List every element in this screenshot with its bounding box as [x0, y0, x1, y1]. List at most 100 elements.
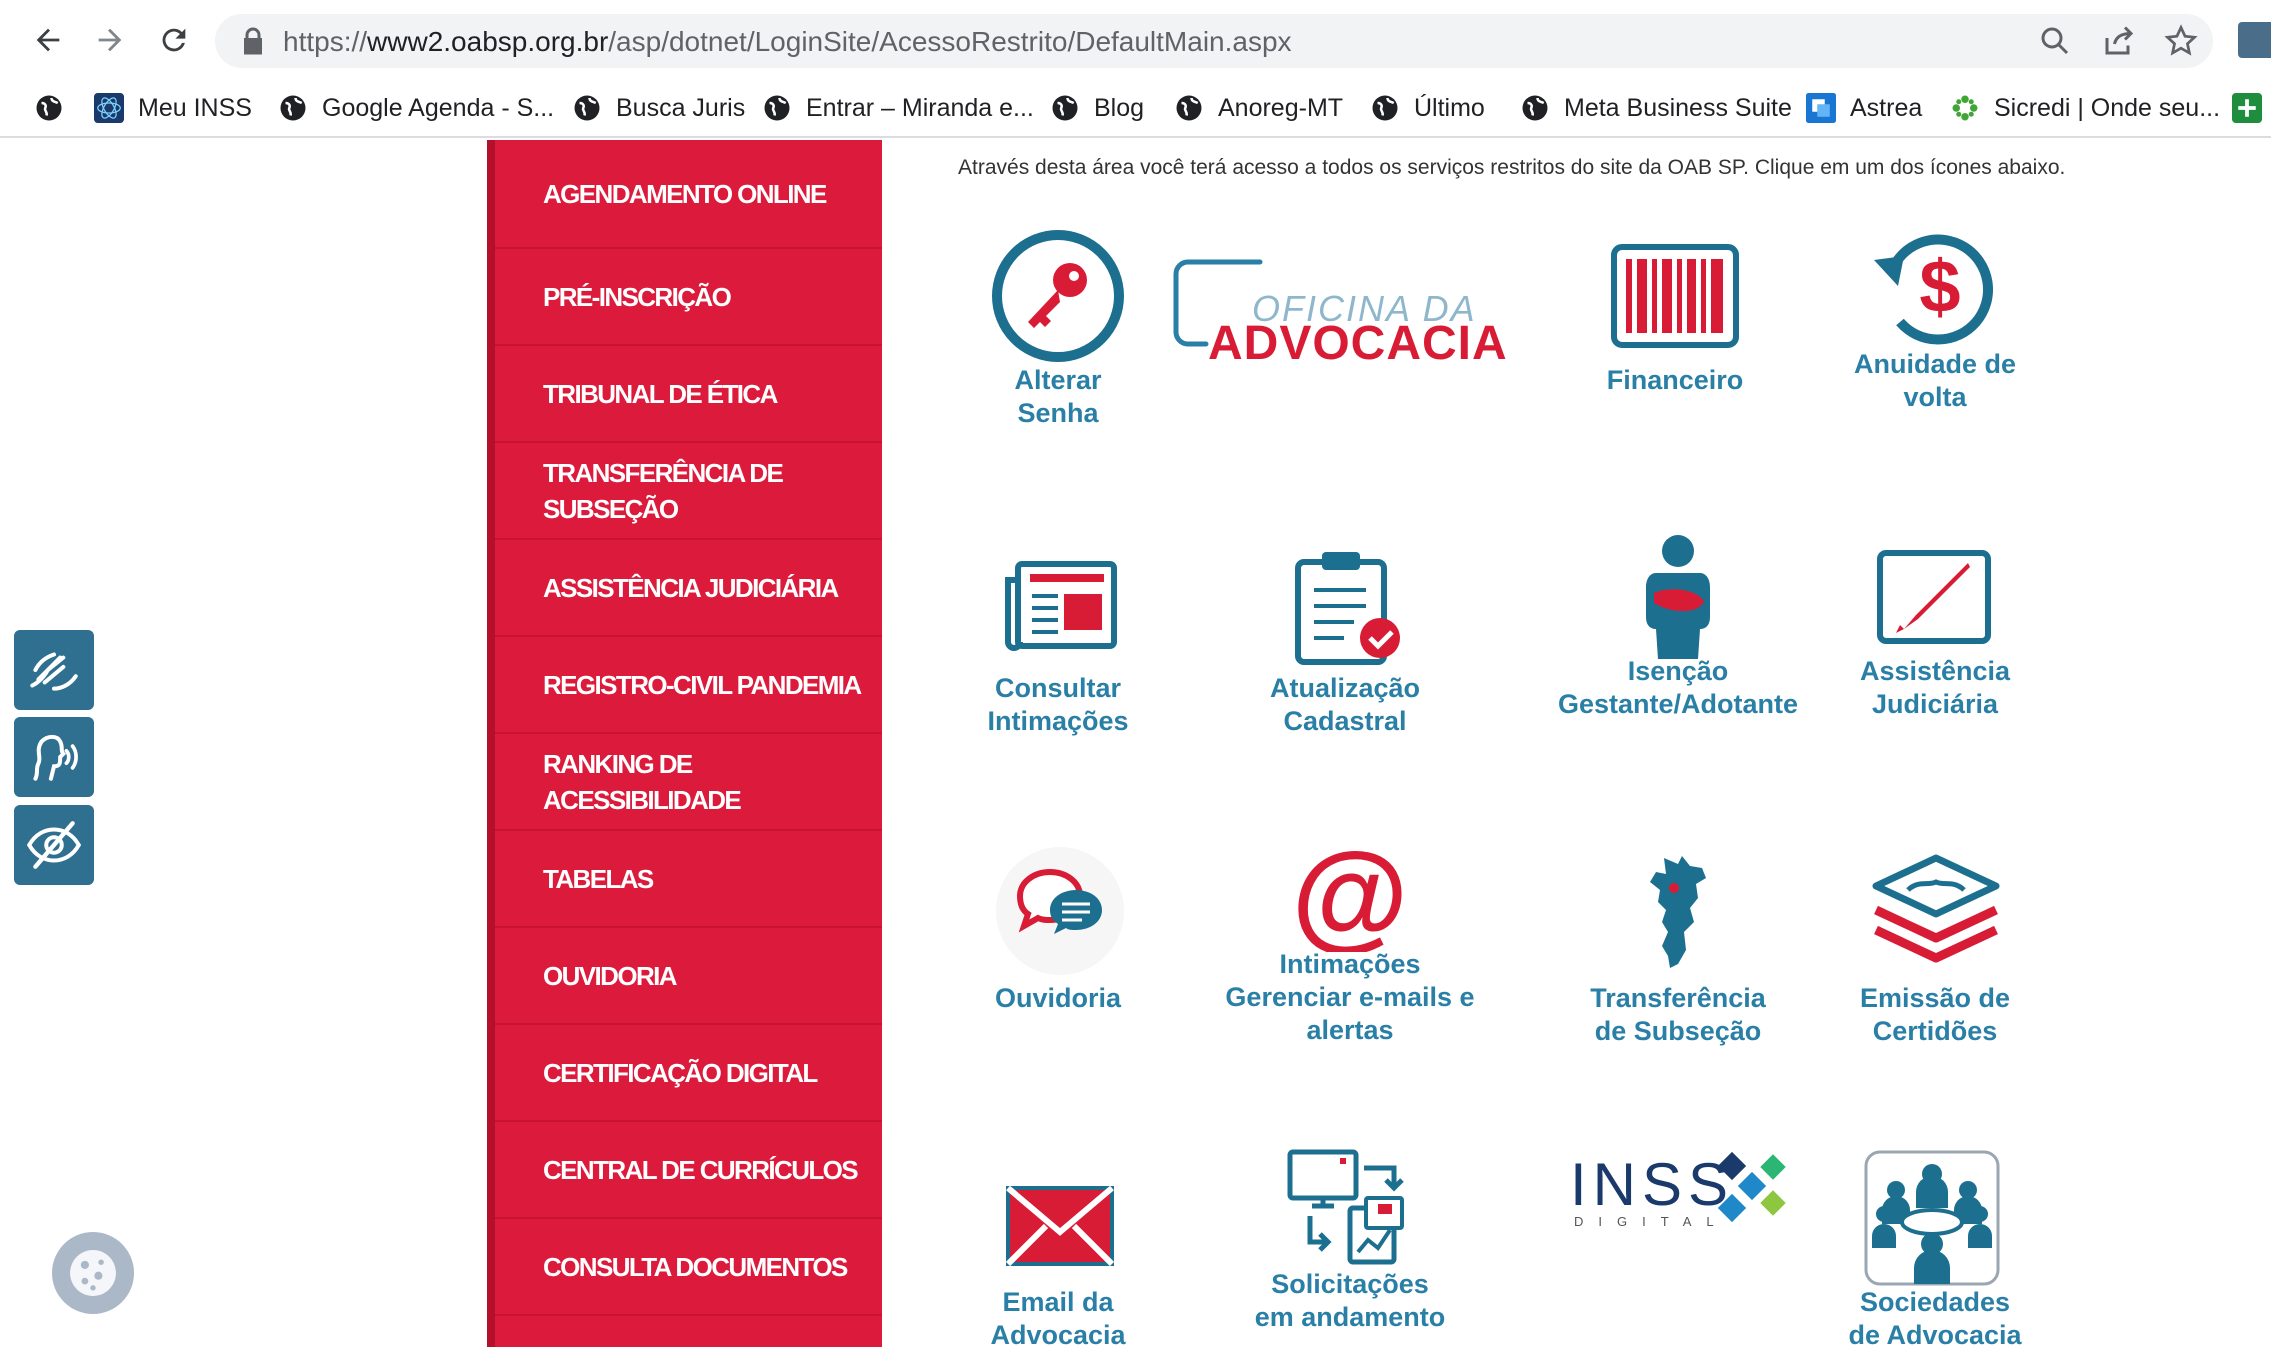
bookmark-label: Busca Juris — [616, 93, 746, 122]
back-button[interactable] — [22, 14, 74, 66]
bookmark-sicredi[interactable]: Sicredi | Onde seu... — [1950, 88, 2220, 128]
oficina-logo-line2: ADVOCACIA — [1208, 317, 1508, 370]
bookmark-busca-juris[interactable]: Busca Juris — [572, 88, 745, 128]
at-sign-icon[interactable]: @ — [1293, 840, 1407, 952]
tile-label-line1: Email da — [1002, 1287, 1114, 1317]
tile-label-line2: Advocacia — [990, 1320, 1126, 1347]
menu-item-pre-inscricao[interactable]: PRÉ-INSCRIÇÃO — [495, 249, 882, 346]
tile-consultar-intimacoes[interactable]: Consultar Intimações — [958, 672, 1158, 738]
eye-slash-icon — [26, 821, 82, 869]
tile-label-line1: Alterar — [1014, 365, 1102, 395]
bookmark-label: Último — [1414, 93, 1485, 122]
bookmark-astrea[interactable]: Astrea — [1806, 88, 1922, 128]
bookmark-globe[interactable] — [34, 88, 78, 128]
menu-item-certificacao-digital[interactable]: CERTIFICAÇÃO DIGITAL — [495, 1025, 882, 1122]
barcode-icon[interactable] — [1610, 243, 1740, 349]
menu-item-consulta-documentos[interactable]: CONSULTA DOCUMENTOS — [495, 1219, 882, 1316]
menu-item-label: AGENDAMENTO ONLINE — [543, 178, 827, 209]
menu-item-ouvidoria[interactable]: OUVIDORIA — [495, 928, 882, 1025]
tile-assistencia-judiciaria[interactable]: Assistência Judiciária — [1835, 655, 2035, 721]
tile-email-advocacia[interactable]: Email da Advocacia — [958, 1286, 1158, 1347]
forward-button[interactable] — [84, 14, 136, 66]
tile-label-line2: Intimações — [987, 706, 1129, 736]
menu-item-central-curriculos[interactable]: CENTRAL DE CURRÍCULOS — [495, 1122, 882, 1219]
extension-icon[interactable] — [2238, 22, 2271, 58]
tile-isencao-gestante-adotante[interactable]: Isenção Gestante/Adotante — [1540, 655, 1816, 721]
bookmark-anoreg-mt[interactable]: Anoreg-MT — [1174, 88, 1343, 128]
globe-icon — [1522, 95, 1548, 121]
menu-item-transferencia-subsecao[interactable]: TRANSFERÊNCIA DE SUBSEÇÃO — [495, 443, 882, 540]
bookmark-ultimo[interactable]: Último — [1370, 88, 1485, 128]
layers-icon[interactable] — [1868, 852, 2004, 974]
tile-intimacoes-gerenciar-emails[interactable]: Intimações Gerenciar e-mails e alertas — [1220, 948, 1480, 1047]
address-bar[interactable]: https://www2.oabsp.org.br/asp/dotnet/Log… — [215, 14, 2213, 68]
cookie-icon — [70, 1250, 116, 1296]
share-icon[interactable] — [2101, 23, 2137, 59]
reload-button[interactable] — [148, 14, 200, 66]
zoom-search-icon[interactable] — [2037, 23, 2073, 59]
bookmark-meta-business[interactable]: Meta Business Suite — [1520, 88, 1792, 128]
tile-atualizacao-cadastral[interactable]: Atualização Cadastral — [1240, 672, 1450, 738]
envelope-icon[interactable] — [1004, 1184, 1116, 1268]
bookmark-google-agenda[interactable]: Google Agenda - S... — [278, 88, 554, 128]
back-arrow-icon — [36, 28, 60, 52]
menu-item-tribunal-de-etica[interactable]: TRIBUNAL DE ÉTICA — [495, 346, 882, 443]
tile-label-line1: Solicitações — [1271, 1269, 1429, 1299]
browser-toolbar: https://www2.oabsp.org.br/asp/dotnet/Log… — [0, 0, 2271, 80]
high-contrast-button[interactable] — [14, 805, 94, 885]
tile-label-line2: de Advocacia — [1848, 1320, 2022, 1347]
menu-item-next-partial[interactable] — [495, 1316, 882, 1347]
newspaper-icon[interactable] — [1002, 560, 1118, 652]
tile-solicitacoes-andamento[interactable]: Solicitações em andamento — [1240, 1268, 1460, 1334]
sao-paulo-map-icon[interactable] — [1634, 852, 1724, 978]
bookmark-star-icon[interactable] — [2163, 23, 2199, 59]
menu-item-assistencia-judiciaria[interactable]: ASSISTÊNCIA JUDICIÁRIA — [495, 540, 882, 637]
tile-label-line2: Senha — [1017, 398, 1099, 428]
oficina-da-advocacia-logo[interactable]: OFICINA DA ADVOCACIA — [1172, 258, 1532, 370]
tile-transferencia-subsecao[interactable]: Transferência de Subseção — [1570, 982, 1786, 1048]
pregnant-woman-icon[interactable] — [1628, 533, 1728, 661]
lock-icon[interactable] — [235, 23, 271, 59]
cookie-preferences-button[interactable] — [52, 1232, 134, 1314]
tile-sociedades-advocacia[interactable]: Sociedades de Advocacia — [1820, 1286, 2050, 1347]
menu-item-ranking-acessibilidade[interactable]: RANKING DE ACESSIBILIDADE — [495, 734, 882, 831]
tile-label-line1: Sociedades — [1859, 1287, 2011, 1317]
tile-anuidade-de-volta[interactable]: Anuidade de volta — [1835, 348, 2035, 414]
inss-logo-text: INSS — [1570, 1151, 1735, 1218]
menu-item-agendamento-online[interactable]: AGENDAMENTO ONLINE — [495, 140, 882, 249]
menu-item-registro-civil-pandemia[interactable]: REGISTRO-CIVIL PANDEMIA — [495, 637, 882, 734]
bookmark-entrar-miranda[interactable]: Entrar – Miranda e... — [762, 88, 1034, 128]
tile-label-line2: Cadastral — [1283, 706, 1407, 736]
clipboard-check-icon[interactable] — [1292, 548, 1408, 668]
pen-icon[interactable] — [1876, 549, 1992, 645]
tile-emissao-certidoes[interactable]: Emissão de Certidões — [1835, 982, 2035, 1048]
sicredi-icon — [1952, 95, 1978, 121]
plus-green-icon — [2232, 93, 2262, 123]
tile-alterar-senha[interactable]: Alterar Senha — [958, 364, 1158, 430]
services-sidebar-menu: AGENDAMENTO ONLINE PRÉ-INSCRIÇÃO TRIBUNA… — [487, 140, 882, 1347]
tile-ouvidoria[interactable]: Ouvidoria — [958, 982, 1158, 1015]
globe-icon — [764, 95, 790, 121]
url-path: /asp/dotnet/LoginSite/AcessoRestrito/Def… — [608, 26, 1292, 57]
tile-financeiro[interactable]: Financeiro — [1570, 364, 1780, 397]
menu-item-label: ASSISTÊNCIA JUDICIÁRIA — [543, 572, 839, 603]
chat-bubbles-icon[interactable] — [990, 846, 1130, 976]
menu-item-label-line1: RANKING DE — [543, 748, 693, 779]
bookmark-meu-inss[interactable]: Meu INSS — [94, 88, 252, 128]
atom-icon — [94, 93, 124, 123]
inss-digital-logo[interactable]: INSS DIGITAL — [1570, 1146, 1796, 1236]
computer-documents-icon[interactable] — [1282, 1146, 1416, 1274]
menu-item-tabelas[interactable]: TABELAS — [495, 831, 882, 928]
dollar-refresh-icon[interactable]: $ — [1870, 226, 2000, 346]
tile-label-line1: Anuidade de — [1853, 349, 2016, 379]
bookmark-sheets[interactable] — [2232, 88, 2271, 128]
tile-label-line1: Consultar — [994, 673, 1121, 703]
sign-language-button[interactable] — [14, 630, 94, 710]
audio-reader-button[interactable] — [14, 717, 94, 797]
speaking-head-icon — [33, 734, 78, 781]
key-icon[interactable] — [990, 228, 1126, 364]
meeting-people-icon[interactable] — [1862, 1148, 2002, 1288]
bookmark-blog[interactable]: Blog — [1050, 88, 1144, 128]
globe-icon — [36, 95, 62, 121]
globe-icon — [280, 95, 306, 121]
